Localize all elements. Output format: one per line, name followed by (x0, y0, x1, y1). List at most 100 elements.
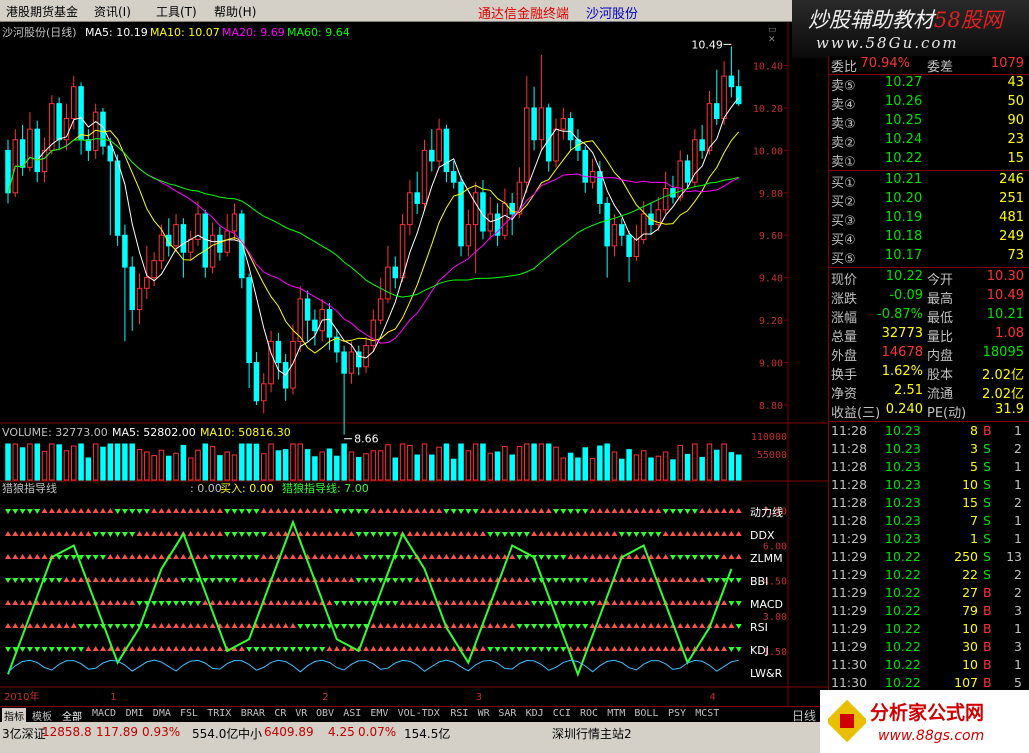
menu-help[interactable]: 帮助(H) (214, 3, 256, 20)
sell-level-volume: 90 (1007, 113, 1024, 128)
tab-cr[interactable]: CR (274, 708, 286, 719)
trade-price: 10.22 (885, 639, 921, 654)
candle-body (27, 128, 33, 168)
trading-terminal-window: 港股期货基金 资讯(I) 工具(T) 帮助(H) 通达信金融终端 沙河股份 10… (0, 0, 1029, 753)
trade-volume: 1 (970, 531, 978, 546)
volume-bar (531, 443, 537, 481)
tab-fsl[interactable]: FSL (180, 708, 198, 719)
x-axis-label: 2 (322, 692, 328, 703)
menu-hk-futures[interactable]: 港股期货基金 (6, 3, 78, 20)
tab-brar[interactable]: BRAR (241, 708, 265, 719)
logo-bottom-title: 分析家公式网 (870, 702, 985, 724)
volume-bar (246, 443, 252, 481)
tab-mcst[interactable]: MCST (695, 708, 719, 719)
volume-bar (582, 447, 589, 481)
indicator-row-label: RSI (750, 621, 768, 634)
sell-level-price: 10.22 (885, 151, 923, 166)
volume-bar (92, 443, 99, 481)
tab-obv[interactable]: OBV (316, 708, 334, 719)
tab-cci[interactable]: CCI (553, 708, 571, 719)
buy-level-row: 买② 10.20 251 (829, 191, 1029, 210)
tab-vr[interactable]: VR (295, 708, 307, 719)
tab-rsi[interactable]: RSI (450, 708, 468, 719)
tab-vol-tdx[interactable]: VOL-TDX (398, 708, 440, 719)
trade-side: B (983, 657, 992, 672)
legend-ma20: MA20: 9.69 (222, 26, 285, 39)
stat-value: 0.240 (885, 402, 923, 417)
trade-tick-row: 11:28 10.23 7 S 1 (829, 513, 1029, 531)
quote-header-row: 委比 70.94% 委差 1079 (829, 56, 1029, 75)
trade-volume: 8 (970, 423, 978, 438)
trade-count: 1 (1014, 621, 1022, 636)
volume-bar (187, 457, 194, 481)
tab-trix[interactable]: TRIX (207, 708, 231, 719)
volume-bar (217, 455, 223, 481)
trade-price: 10.22 (885, 585, 921, 600)
logo-url: www.58Gu.com (816, 34, 959, 52)
candle-body (582, 149, 589, 183)
trade-time: 11:29 (831, 639, 868, 654)
trade-time: 11:28 (831, 459, 868, 474)
volume-bar (662, 451, 669, 481)
candle-body (436, 128, 442, 162)
trade-count: 2 (1014, 567, 1022, 582)
candle-body (209, 234, 216, 268)
candle-body (187, 238, 194, 253)
close-icon[interactable]: ✕ (768, 35, 788, 45)
buy-level-volume: 249 (999, 229, 1024, 244)
sell-level-row: 卖② 10.24 23 (829, 132, 1029, 151)
trade-tick-row: 11:29 10.22 22 S 2 (829, 567, 1029, 585)
candle-body (202, 213, 209, 268)
legend-stock-name: 沙河股份(日线) (2, 25, 77, 39)
volume-bar (633, 454, 640, 481)
volume-bar (692, 443, 698, 481)
trade-count: 1 (1014, 531, 1022, 546)
tab-全部[interactable]: 全部 (62, 708, 82, 723)
tab-指标[interactable]: 指标 (2, 708, 26, 723)
tab-asi[interactable]: ASI (343, 708, 361, 719)
volume-bar (195, 449, 201, 481)
restore-icon[interactable]: ▭ (768, 25, 788, 35)
tab-dmi[interactable]: DMI (126, 708, 144, 719)
volume-bar (224, 451, 230, 481)
tab-sar[interactable]: SAR (498, 708, 516, 719)
trade-time: 11:29 (831, 621, 868, 636)
tab-macd[interactable]: MACD (92, 708, 116, 719)
sell-level-price: 10.24 (885, 132, 923, 147)
quote-divider (829, 267, 1029, 268)
tab-emv[interactable]: EMV (370, 708, 388, 719)
tab-roc[interactable]: ROC (580, 708, 598, 719)
volume-bar (575, 457, 581, 481)
tab-wr[interactable]: WR (478, 708, 490, 719)
trade-time: 11:30 (831, 657, 868, 672)
stat-value: 14678 (881, 345, 923, 360)
menu-tools[interactable]: 工具(T) (156, 3, 197, 20)
status-sz-amount: 554.0亿 (192, 727, 239, 741)
sell-level-row: 卖⑤ 10.27 43 (829, 75, 1029, 94)
volume-bar (63, 450, 70, 481)
x-axis-label: 1 (110, 692, 116, 703)
tab-dma[interactable]: DMA (153, 708, 171, 719)
tab-psy[interactable]: PSY (668, 708, 686, 719)
tab-kdj[interactable]: KDJ (526, 708, 544, 719)
candle-body (173, 224, 179, 247)
volume-bar (107, 443, 114, 481)
volume-bar (706, 443, 713, 481)
volume-bar (341, 443, 347, 481)
indicator-row-label: ZLMM (750, 552, 783, 565)
tab-模板[interactable]: 模板 (32, 708, 52, 723)
stat-value: 31.9 (995, 402, 1024, 417)
candle-body (392, 266, 399, 279)
candle-body (407, 192, 413, 226)
buy-level-row: 买⑤ 10.17 73 (829, 248, 1029, 267)
candle-body (348, 351, 355, 374)
tab-boll[interactable]: BOLL (634, 708, 658, 719)
stat-value: 10.21 (986, 307, 1024, 322)
indicator-row-label: DDX (750, 529, 775, 542)
volume-bar (377, 450, 384, 481)
sell-level-label: 卖① (831, 155, 856, 170)
stat-label: 量比 (927, 330, 954, 345)
menu-news[interactable]: 资讯(I) (94, 3, 131, 20)
tab-mtm[interactable]: MTM (607, 708, 625, 719)
trade-tick-row: 11:29 10.23 1 S 1 (829, 531, 1029, 549)
